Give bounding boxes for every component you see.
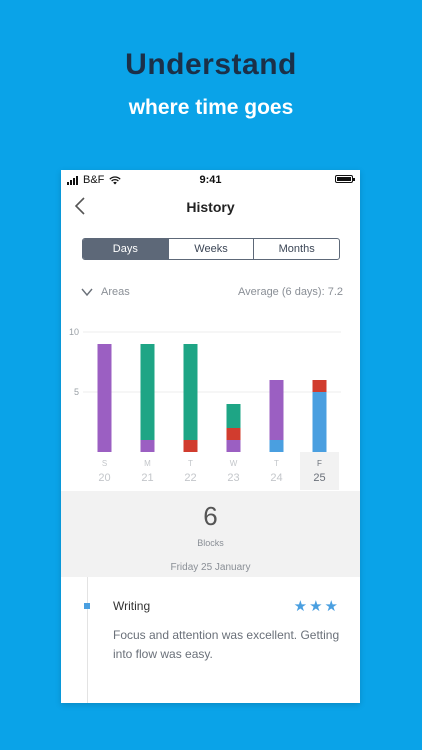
day-letter-label: W: [230, 459, 238, 468]
day-letter-label: M: [144, 459, 151, 468]
blocks-unit-label: Blocks: [197, 538, 224, 548]
bar-segment: [312, 380, 327, 392]
day-number-label: 21: [141, 472, 153, 484]
day-number-label: 23: [227, 472, 239, 484]
tab-weeks[interactable]: Weeks: [167, 239, 254, 259]
day-letter-label: F: [317, 459, 322, 468]
day-number-label: 25: [313, 472, 325, 484]
bar-segment: [183, 440, 198, 452]
bar-segment: [140, 440, 155, 452]
day-letter-label: S: [102, 459, 107, 468]
page-title: History: [186, 199, 235, 215]
bar-segment: [97, 344, 112, 452]
area-color-marker: [84, 603, 90, 609]
bar-segment: [226, 428, 241, 440]
battery-icon: [335, 175, 355, 183]
bar-segment: [269, 380, 284, 440]
promo-subheadline: where time goes: [128, 96, 294, 119]
y-tick-label: 10: [69, 327, 79, 337]
promo-headline: Understand: [125, 48, 297, 81]
phone-screen: B&F 9:41 History Days Weeks Months Areas…: [61, 170, 360, 703]
day-number-label: 24: [270, 472, 282, 484]
tab-months[interactable]: Months: [253, 239, 339, 259]
blocks-count: 6: [203, 501, 218, 531]
day-letter-label: T: [188, 459, 193, 468]
day-letter-label: T: [274, 459, 279, 468]
y-tick-label: 5: [74, 387, 79, 397]
entry-note: Focus and attention was excellent. Getti…: [113, 628, 340, 661]
bar-segment: [312, 392, 327, 452]
tab-days[interactable]: Days: [83, 239, 168, 259]
bar-segment: [140, 344, 155, 440]
timeline-line: [87, 577, 88, 703]
nav-bar: History: [61, 192, 360, 222]
period-segmented-control: Days Weeks Months: [82, 238, 340, 260]
selected-date: Friday 25 January: [170, 562, 251, 573]
areas-toggle[interactable]: Areas: [101, 286, 130, 298]
star-rating-icon: ★★★: [293, 598, 340, 615]
selected-day-highlight: [300, 452, 339, 490]
average-label: Average (6 days): 7.2: [238, 286, 343, 298]
list-item[interactable]: Writing ★★★ Focus and attention was exce…: [61, 577, 360, 703]
status-bar: B&F 9:41: [61, 170, 360, 190]
day-number-label: 22: [184, 472, 196, 484]
chevron-down-icon[interactable]: [81, 287, 93, 297]
daily-blocks-chart: 5 10 S 20 M 21 T 22 W 23 T 24 F 25: [69, 327, 341, 490]
bar-segment: [226, 404, 241, 428]
status-time: 9:41: [199, 174, 222, 186]
bar-segment: [269, 440, 284, 452]
bar-segment: [226, 440, 241, 452]
entry-title: Writing: [113, 599, 151, 613]
day-number-label: 20: [98, 472, 110, 484]
chart-controls: Areas Average (6 days): 7.2: [81, 285, 343, 301]
bar-segment: [183, 344, 198, 440]
day-summary: 6 Blocks Friday 25 January: [61, 491, 360, 577]
